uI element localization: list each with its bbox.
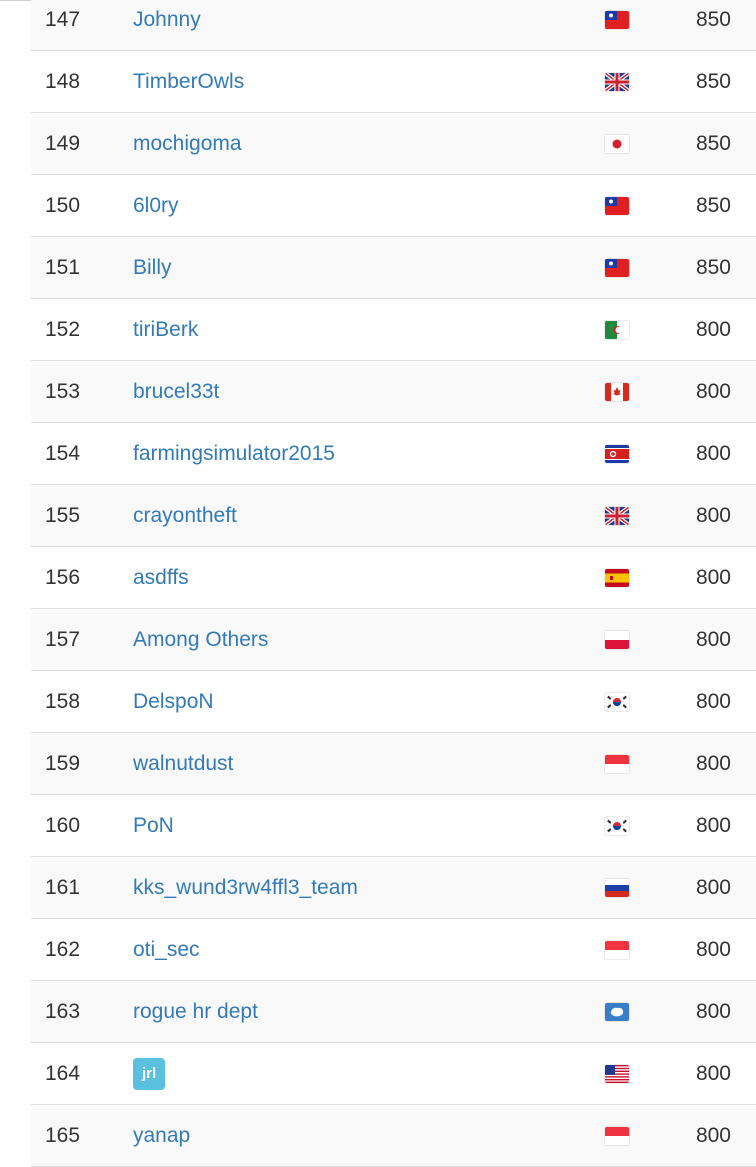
south-korea-flag-icon — [605, 692, 629, 711]
team-link[interactable]: Johnny — [133, 8, 201, 32]
rank-cell: 157 — [45, 627, 81, 651]
rank-cell: 161 — [45, 875, 81, 899]
team-link[interactable]: crayontheft — [133, 504, 237, 528]
table-row: 149 mochigoma 850 — [31, 113, 756, 175]
rank-cell: 151 — [45, 255, 81, 279]
table-row: 147 Johnny 850 — [31, 0, 756, 51]
score-cell: 800 — [695, 875, 731, 899]
table-row: 152 tiriBerk 800 — [31, 299, 756, 361]
score-cell: 850 — [695, 255, 731, 279]
team-link[interactable]: Among Others — [133, 628, 268, 652]
rank-cell: 164 — [45, 1061, 81, 1085]
score-cell: 850 — [695, 193, 731, 217]
north-korea-flag-icon — [605, 444, 629, 463]
united-states-flag-icon — [605, 1064, 629, 1083]
team-link[interactable]: rogue hr dept — [133, 1000, 258, 1024]
team-link[interactable]: mochigoma — [133, 132, 242, 156]
spain-flag-icon — [605, 568, 629, 587]
table-row: 161 kks_wund3rw4ffl3_team 800 — [31, 857, 756, 919]
table-row: 155 crayontheft 800 — [31, 485, 756, 547]
united-kingdom-flag-icon — [605, 72, 629, 91]
rank-cell: 163 — [45, 999, 81, 1023]
team-link[interactable]: walnutdust — [133, 752, 233, 776]
score-cell: 850 — [695, 69, 731, 93]
score-cell: 800 — [695, 1123, 731, 1147]
scoreboard-table: 147 Johnny 850 148 TimberOwls 850 149 mochigoma… — [31, 0, 756, 1167]
table-row: 150 6l0ry 850 — [31, 175, 756, 237]
singapore-flag-icon — [605, 754, 629, 773]
singapore-flag-icon — [605, 1126, 629, 1145]
team-link[interactable]: asdffs — [133, 566, 189, 590]
table-row: 153 brucel33t 800 — [31, 361, 756, 423]
score-cell: 800 — [695, 813, 731, 837]
team-link[interactable]: Billy — [133, 256, 172, 280]
rank-cell: 147 — [45, 7, 81, 31]
table-row: 160 PoN 800 — [31, 795, 756, 857]
team-link[interactable]: TimberOwls — [133, 70, 244, 94]
japan-flag-icon — [605, 134, 629, 153]
rank-cell: 152 — [45, 317, 81, 341]
table-row: 157 Among Others 800 — [31, 609, 756, 671]
table-row: 156 asdffs 800 — [31, 547, 756, 609]
taiwan-flag-icon — [605, 196, 629, 215]
score-cell: 800 — [695, 937, 731, 961]
team-link[interactable]: yanap — [133, 1124, 190, 1148]
score-cell: 800 — [695, 317, 731, 341]
poland-flag-icon — [605, 630, 629, 649]
rank-cell: 165 — [45, 1123, 81, 1147]
team-link[interactable]: oti_sec — [133, 938, 200, 962]
rank-cell: 162 — [45, 937, 81, 961]
team-link[interactable]: 6l0ry — [133, 194, 179, 218]
team-link[interactable]: brucel33t — [133, 380, 219, 404]
score-cell: 800 — [695, 627, 731, 651]
algeria-flag-icon — [605, 320, 629, 339]
rank-cell: 160 — [45, 813, 81, 837]
rank-cell: 150 — [45, 193, 81, 217]
team-link[interactable]: tiriBerk — [133, 318, 198, 342]
rank-cell: 153 — [45, 379, 81, 403]
table-row: 162 oti_sec 800 — [31, 919, 756, 981]
table-row: 159 walnutdust 800 — [31, 733, 756, 795]
score-cell: 800 — [695, 503, 731, 527]
team-link[interactable]: kks_wund3rw4ffl3_team — [133, 876, 358, 900]
table-row: 154 farmingsimulator2015 800 — [31, 423, 756, 485]
table-row: 163 rogue hr dept 800 — [31, 981, 756, 1043]
russia-flag-icon — [605, 878, 629, 897]
table-row: 151 Billy 850 — [31, 237, 756, 299]
canada-flag-icon — [605, 382, 629, 401]
rank-cell: 154 — [45, 441, 81, 465]
table-row: 165 yanap 800 — [31, 1105, 756, 1167]
table-row: 148 TimberOwls 850 — [31, 51, 756, 113]
table-row: 164 jrl 800 — [31, 1043, 756, 1105]
score-cell: 800 — [695, 751, 731, 775]
united-kingdom-flag-icon — [605, 506, 629, 525]
score-cell: 800 — [695, 565, 731, 589]
antarctica-flag-icon — [605, 1002, 629, 1021]
rank-cell: 159 — [45, 751, 81, 775]
score-cell: 800 — [695, 379, 731, 403]
team-link[interactable]: DelspoN — [133, 690, 214, 714]
score-cell: 850 — [695, 7, 731, 31]
score-cell: 800 — [695, 441, 731, 465]
rank-cell: 155 — [45, 503, 81, 527]
rank-cell: 158 — [45, 689, 81, 713]
team-link[interactable]: PoN — [133, 814, 174, 838]
rank-cell: 148 — [45, 69, 81, 93]
rank-cell: 149 — [45, 131, 81, 155]
team-badge-link[interactable]: jrl — [133, 1057, 166, 1090]
team-link[interactable]: farmingsimulator2015 — [133, 442, 335, 466]
singapore-flag-icon — [605, 940, 629, 959]
score-cell: 850 — [695, 131, 731, 155]
score-cell: 800 — [695, 1061, 731, 1085]
taiwan-flag-icon — [605, 258, 629, 277]
score-cell: 800 — [695, 999, 731, 1023]
taiwan-flag-icon — [605, 10, 629, 29]
south-korea-flag-icon — [605, 816, 629, 835]
rank-cell: 156 — [45, 565, 81, 589]
score-cell: 800 — [695, 689, 731, 713]
table-row: 158 DelspoN 800 — [31, 671, 756, 733]
